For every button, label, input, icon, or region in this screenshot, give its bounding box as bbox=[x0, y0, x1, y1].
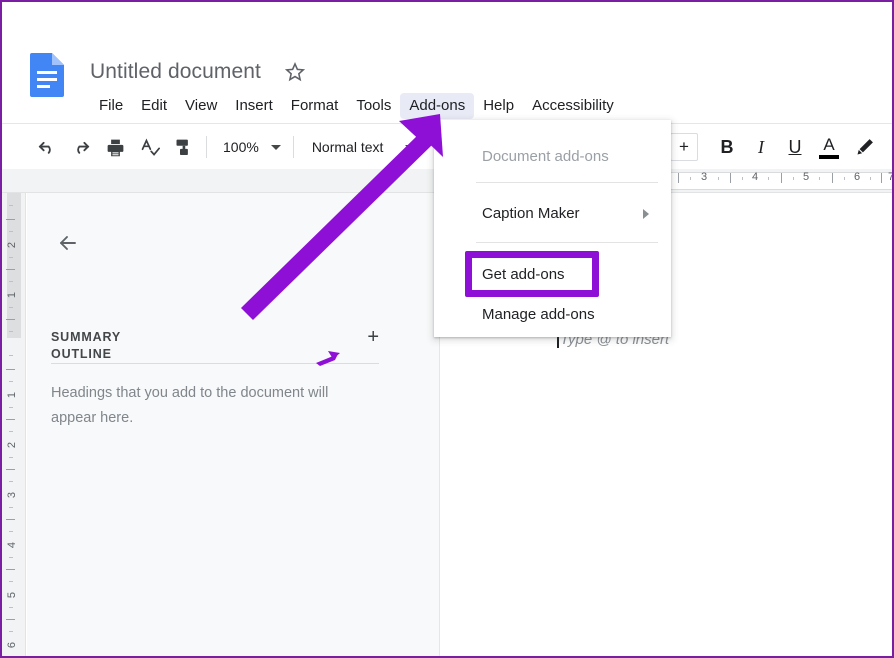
menu-item-label: Manage add-ons bbox=[482, 305, 595, 323]
menu-item-caption-maker[interactable]: Caption Maker bbox=[434, 196, 671, 230]
bold-button[interactable]: B bbox=[712, 132, 742, 162]
toolbar-right-group: + B I U A bbox=[670, 125, 884, 169]
paragraph-style-dropdown[interactable]: Normal text bbox=[302, 133, 422, 161]
paragraph-style-value: Normal text bbox=[311, 139, 384, 155]
ruler-tick-4: 4 bbox=[751, 171, 759, 183]
document-title-row: Untitled document bbox=[90, 55, 307, 89]
ruler-margin-segment bbox=[7, 193, 21, 338]
ruler-tick-3: 3 bbox=[700, 171, 708, 183]
submenu-arrow-icon bbox=[643, 209, 649, 219]
menu-help[interactable]: Help bbox=[474, 93, 523, 119]
arrow-left-icon[interactable] bbox=[52, 227, 84, 259]
menu-item-label: Caption Maker bbox=[482, 204, 580, 222]
menu-tools[interactable]: Tools bbox=[347, 93, 400, 119]
menu-accessibility[interactable]: Accessibility bbox=[523, 93, 623, 119]
paint-format-icon[interactable] bbox=[168, 132, 198, 162]
menu-edit[interactable]: Edit bbox=[132, 93, 176, 119]
vruler-tick-1-top: 1 bbox=[6, 291, 18, 299]
vruler-tick-5: 5 bbox=[6, 591, 18, 599]
screenshot-frame: Untitled document File Edit View Insert … bbox=[0, 0, 894, 658]
outline-empty-message: Headings that you add to the document wi… bbox=[51, 385, 329, 426]
outline-label: OUTLINE bbox=[51, 347, 112, 361]
italic-button[interactable]: I bbox=[746, 132, 776, 162]
vruler-tick-6: 6 bbox=[6, 641, 18, 649]
zoom-dropdown[interactable]: 100% bbox=[215, 133, 285, 161]
star-icon[interactable] bbox=[283, 60, 307, 84]
menu-view[interactable]: View bbox=[176, 93, 226, 119]
outline-section-header: OUTLINE bbox=[51, 343, 379, 365]
vruler-tick-3: 3 bbox=[6, 491, 18, 499]
toolbar-divider bbox=[206, 136, 207, 158]
docs-app-window: Untitled document File Edit View Insert … bbox=[2, 2, 892, 656]
undo-icon[interactable] bbox=[32, 132, 62, 162]
ruler-tick-6: 6 bbox=[853, 171, 861, 183]
menu-file[interactable]: File bbox=[90, 93, 132, 119]
text-color-letter: A bbox=[823, 134, 835, 154]
menu-add-ons[interactable]: Add-ons bbox=[400, 93, 475, 119]
menu-item-manage-add-ons[interactable]: Manage add-ons bbox=[434, 297, 671, 331]
outline-sidebar: SUMMARY + OUTLINE Headings that you add … bbox=[27, 193, 439, 656]
google-docs-icon[interactable] bbox=[30, 53, 64, 97]
vruler-tick-2-top: 2 bbox=[6, 241, 18, 249]
text-color-swatch bbox=[819, 154, 839, 159]
chevron-down-icon bbox=[405, 144, 416, 150]
chevron-down-icon bbox=[270, 144, 281, 150]
summary-label: SUMMARY bbox=[51, 330, 122, 344]
menu-format[interactable]: Format bbox=[282, 93, 348, 119]
ruler-tick-7: 7 bbox=[888, 171, 892, 183]
redo-icon[interactable] bbox=[66, 132, 96, 162]
dropdown-section-header: Document add-ons bbox=[482, 147, 609, 165]
add-ons-dropdown-menu: Document add-ons Caption Maker Get add-o… bbox=[434, 120, 671, 337]
toolbar-divider bbox=[292, 136, 294, 158]
dropdown-divider bbox=[476, 242, 658, 243]
vertical-ruler[interactable]: 2 1 1 2 3 4 5 6 bbox=[2, 193, 26, 656]
page-title[interactable]: Untitled document bbox=[90, 60, 261, 84]
vruler-tick-2: 2 bbox=[6, 441, 18, 449]
print-icon[interactable] bbox=[100, 132, 130, 162]
highlight-pen-icon[interactable] bbox=[850, 132, 880, 162]
docs-header: Untitled document File Edit View Insert … bbox=[2, 39, 892, 124]
underline-button[interactable]: U bbox=[780, 132, 810, 162]
annotation-highlight-box bbox=[465, 251, 599, 297]
spellcheck-icon[interactable] bbox=[134, 132, 164, 162]
menubar: File Edit View Insert Format Tools Add-o… bbox=[90, 93, 623, 119]
vruler-tick-1: 1 bbox=[6, 391, 18, 399]
ruler-tick-5: 5 bbox=[802, 171, 810, 183]
menu-insert[interactable]: Insert bbox=[226, 93, 282, 119]
dropdown-divider bbox=[476, 182, 658, 183]
increase-font-size-button[interactable]: + bbox=[670, 133, 698, 161]
text-color-button[interactable]: A bbox=[814, 132, 844, 162]
zoom-value: 100% bbox=[223, 139, 259, 155]
vruler-tick-4: 4 bbox=[6, 541, 18, 549]
